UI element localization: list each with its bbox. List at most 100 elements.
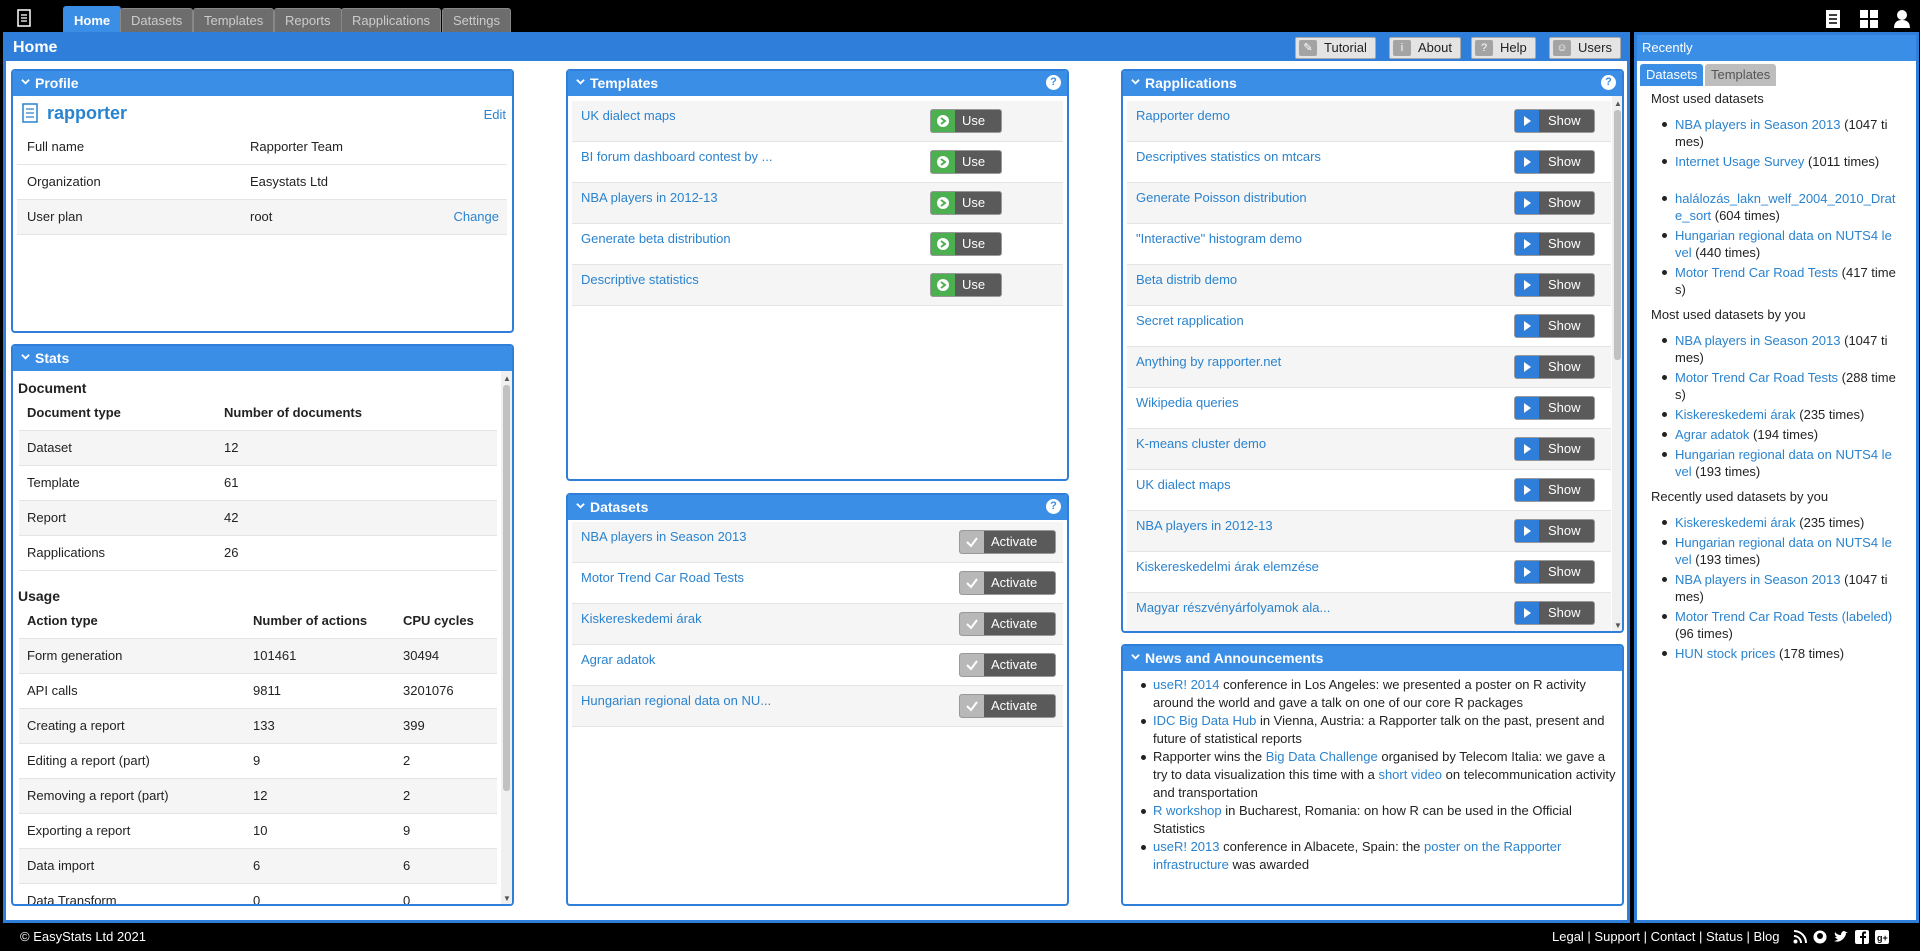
show-rapplication-button[interactable]: Show	[1514, 273, 1595, 297]
rapplication-link[interactable]: NBA players in 2012-13	[1136, 518, 1273, 533]
help-question-icon[interactable]: ?	[1601, 75, 1616, 90]
stats-scrollbar-thumb[interactable]	[503, 385, 510, 791]
github-icon[interactable]	[1813, 930, 1827, 944]
templates-panel-header[interactable]: Templates ?	[568, 71, 1067, 96]
activate-dataset-button[interactable]: Activate	[959, 653, 1056, 677]
show-rapplication-button[interactable]: Show	[1514, 437, 1595, 461]
app-logo-icon[interactable]	[15, 9, 33, 27]
activate-dataset-button[interactable]: Activate	[959, 612, 1056, 636]
scroll-up-icon[interactable]: ▲	[503, 374, 511, 383]
rapplication-link[interactable]: "Interactive" histogram demo	[1136, 231, 1302, 246]
scroll-down-icon[interactable]: ▼	[1614, 621, 1622, 630]
use-template-button[interactable]: Use	[930, 191, 1002, 215]
show-rapplication-button[interactable]: Show	[1514, 109, 1595, 133]
use-template-button[interactable]: Use	[930, 150, 1002, 174]
recent-dataset-link[interactable]: Agrar adatok	[1675, 427, 1749, 442]
recent-dataset-item: Kiskereskedemi árak (235 times)	[1662, 406, 1897, 423]
profile-username: rapporter	[47, 103, 128, 123]
show-rapplication-button[interactable]: Show	[1514, 601, 1595, 625]
rapplication-link[interactable]: Secret rapplication	[1136, 313, 1244, 328]
twitter-icon[interactable]	[1833, 930, 1848, 944]
google-plus-icon[interactable]: g+	[1875, 930, 1889, 944]
footer-link-legal[interactable]: Legal	[1552, 929, 1584, 944]
change-plan-link[interactable]: Change	[453, 200, 499, 234]
footer-link-contact[interactable]: Contact	[1651, 929, 1696, 944]
tutorial-button[interactable]: ✎ Tutorial	[1295, 37, 1376, 59]
document-list-icon[interactable]	[1824, 9, 1842, 29]
rapplication-link[interactable]: Descriptives statistics on mtcars	[1136, 149, 1321, 164]
recent-dataset-link[interactable]: HUN stock prices	[1675, 646, 1775, 661]
about-button[interactable]: i About	[1389, 37, 1461, 59]
play-icon	[1515, 110, 1539, 132]
users-button[interactable]: ☺ Users	[1549, 37, 1621, 59]
rapplications-scrollbar-thumb[interactable]	[1614, 110, 1621, 360]
show-rapplication-button[interactable]: Show	[1514, 478, 1595, 502]
recent-tab-templates[interactable]: Templates	[1705, 64, 1777, 86]
show-rapplication-button[interactable]: Show	[1514, 396, 1595, 420]
show-rapplication-button[interactable]: Show	[1514, 191, 1595, 215]
tab-home[interactable]: Home	[63, 6, 122, 33]
news-panel-header[interactable]: News and Announcements	[1123, 646, 1622, 671]
footer-link-support[interactable]: Support	[1594, 929, 1640, 944]
help-question-icon[interactable]: ?	[1046, 75, 1061, 90]
use-template-button[interactable]: Use	[930, 109, 1002, 133]
rapplications-panel-header[interactable]: Rapplications ?	[1123, 71, 1622, 96]
recent-dataset-link[interactable]: NBA players in Season 2013	[1675, 572, 1841, 587]
rapplication-link[interactable]: Magyar részvényárfolyamok ala...	[1136, 600, 1330, 615]
grid-icon[interactable]	[1859, 9, 1879, 29]
profile-panel-header[interactable]: Profile	[13, 71, 512, 96]
profile-edit-link[interactable]: Edit	[484, 107, 506, 122]
show-rapplication-button[interactable]: Show	[1514, 150, 1595, 174]
rapplication-link[interactable]: Rapporter demo	[1136, 108, 1230, 123]
recent-dataset-link[interactable]: Motor Trend Car Road Tests	[1675, 265, 1838, 280]
tab-reports[interactable]: Reports	[274, 8, 342, 33]
rapplications-scrollbar[interactable]: ▲ ▼	[1612, 96, 1622, 631]
show-rapplication-button[interactable]: Show	[1514, 519, 1595, 543]
footer-link-status[interactable]: Status	[1706, 929, 1743, 944]
recent-dataset-link[interactable]: NBA players in Season 2013	[1675, 333, 1841, 348]
stats-panel-header[interactable]: Stats	[13, 346, 512, 371]
activate-dataset-button[interactable]: Activate	[959, 530, 1056, 554]
rapplication-link[interactable]: Wikipedia queries	[1136, 395, 1239, 410]
rapplication-link[interactable]: Beta distrib demo	[1136, 272, 1237, 287]
footer-link-blog[interactable]: Blog	[1753, 929, 1779, 944]
show-rapplication-button[interactable]: Show	[1514, 314, 1595, 338]
rapplication-link[interactable]: K-means cluster demo	[1136, 436, 1266, 451]
recent-dataset-item: Motor Trend Car Road Tests (288 times)	[1662, 369, 1897, 403]
rapplication-link[interactable]: Kiskereskedelmi árak elemzése	[1136, 559, 1319, 574]
rss-icon[interactable]	[1793, 930, 1807, 944]
recent-dataset-link[interactable]: Motor Trend Car Road Tests (labeled)	[1675, 609, 1892, 624]
recent-dataset-link[interactable]: Kiskereskedemi árak	[1675, 515, 1796, 530]
use-template-button[interactable]: Use	[930, 232, 1002, 256]
activate-dataset-button[interactable]: Activate	[959, 694, 1056, 718]
recent-tab-datasets[interactable]: Datasets	[1640, 64, 1704, 86]
rapplication-link[interactable]: Anything by rapporter.net	[1136, 354, 1281, 369]
help-button[interactable]: ? Help	[1471, 37, 1536, 59]
activate-dataset-button[interactable]: Activate	[959, 571, 1056, 595]
tab-templates[interactable]: Templates	[193, 8, 275, 33]
tab-rapplications[interactable]: Rapplications	[341, 8, 442, 33]
show-rapplication-button[interactable]: Show	[1514, 355, 1595, 379]
recent-dataset-link[interactable]: Motor Trend Car Road Tests	[1675, 370, 1838, 385]
recent-dataset-link[interactable]: NBA players in Season 2013	[1675, 117, 1841, 132]
recent-dataset-link[interactable]: Internet Usage Survey	[1675, 154, 1804, 169]
recently-sidebar: Recently Datasets Templates Most used da…	[1634, 32, 1919, 923]
show-rapplication-button[interactable]: Show	[1514, 232, 1595, 256]
scroll-down-icon[interactable]: ▼	[503, 894, 511, 903]
facebook-icon[interactable]	[1855, 930, 1869, 944]
help-question-icon[interactable]: ?	[1046, 499, 1061, 514]
rapplication-link[interactable]: UK dialect maps	[1136, 477, 1231, 492]
tab-settings[interactable]: Settings	[442, 8, 511, 33]
datasets-panel-header[interactable]: Datasets ?	[568, 495, 1067, 520]
recent-dataset-link[interactable]: Kiskereskedemi árak	[1675, 407, 1796, 422]
use-template-button[interactable]: Use	[930, 273, 1002, 297]
show-rapplication-button[interactable]: Show	[1514, 560, 1595, 584]
tab-datasets[interactable]: Datasets	[120, 8, 194, 33]
stats-scrollbar[interactable]: ▲ ▼	[501, 371, 512, 904]
datasets-panel: Datasets ? NBA players in Season 2013 Ac…	[566, 493, 1069, 906]
recent-dataset-link[interactable]: halálozás_lakn_welf_2004_2010_Drate_sort	[1675, 191, 1895, 223]
stats-scroll-area: Document Document type Number of documen…	[13, 371, 499, 904]
rapplication-link[interactable]: Generate Poisson distribution	[1136, 190, 1307, 205]
user-icon[interactable]	[1893, 9, 1911, 29]
scroll-up-icon[interactable]: ▲	[1614, 99, 1622, 108]
